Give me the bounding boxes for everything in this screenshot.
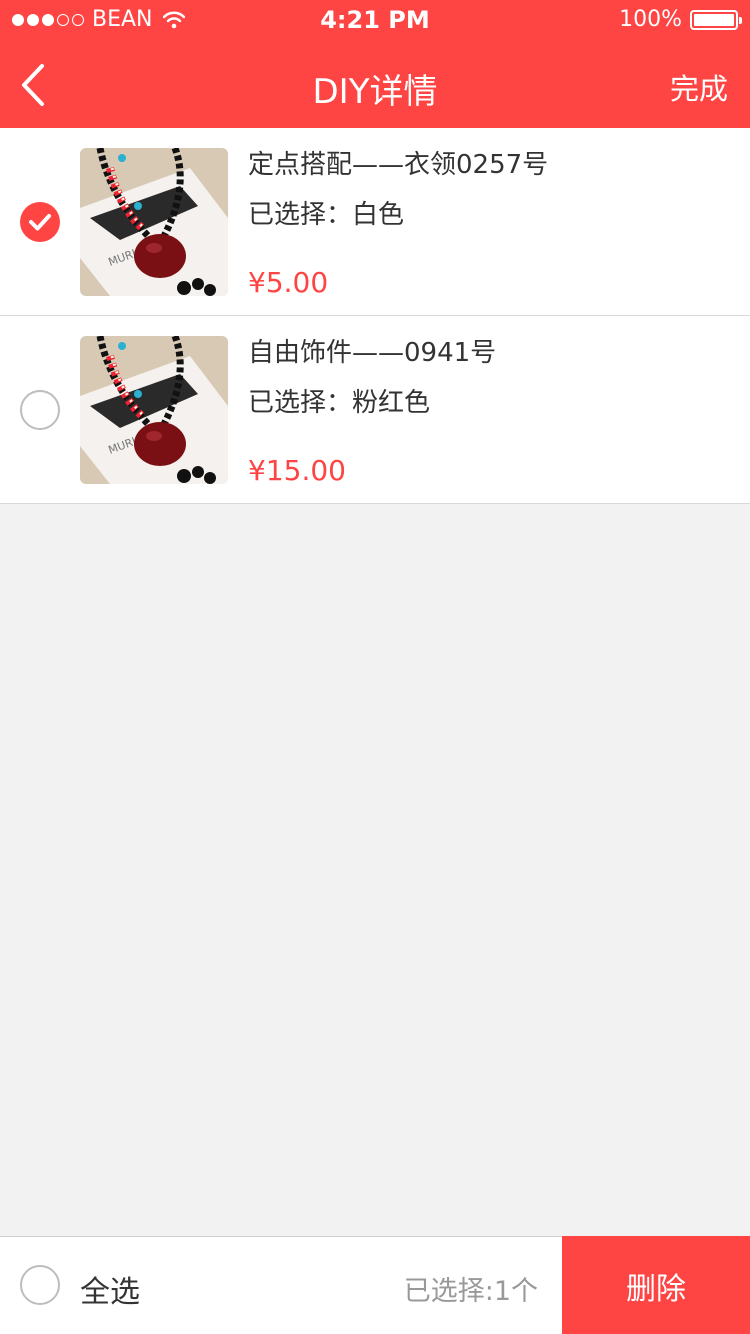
item-price: ¥15.00 [248,454,346,487]
battery-status: 100% [619,7,742,32]
checkmark-icon [29,214,51,231]
app-header: BEAN 4:21 PM 100% DIY详情 完成 [0,0,750,128]
list-item[interactable]: MURI 定点搭配——衣领0257号 已选择：白色 ¥5.00 [0,128,750,316]
list-item[interactable]: MURI 自由饰件——0941号 已选择：粉红色 ¥15.00 [0,316,750,504]
done-button[interactable]: 完成 [670,66,728,108]
page-title: DIY详情 [312,72,438,112]
battery-icon [690,9,742,30]
item-thumbnail[interactable]: MURI [80,148,228,296]
battery-percent: 100% [619,7,682,32]
select-all-checkbox[interactable] [20,1265,60,1305]
diy-item-list: MURI 定点搭配——衣领0257号 已选择：白色 ¥5.00 MURI 自由饰… [0,128,750,504]
item-price: ¥5.00 [248,266,329,299]
status-bar: BEAN 4:21 PM 100% [0,0,750,40]
item-option: 已选择：粉红色 [248,388,431,418]
necklace-image: MURI [80,336,228,484]
necklace-image: MURI [80,148,228,296]
selected-count: 已选择:1个 [403,1276,538,1307]
item-title: 定点搭配——衣领0257号 [248,150,549,180]
item-thumbnail[interactable]: MURI [80,336,228,484]
bottom-action-bar: 全选 已选择:1个 删除 [0,1236,750,1334]
delete-button[interactable]: 删除 [562,1236,750,1334]
item-checkbox[interactable] [20,202,60,242]
select-all-label[interactable]: 全选 [80,1267,140,1311]
item-title: 自由饰件——0941号 [248,338,497,368]
item-checkbox[interactable] [20,390,60,430]
item-option: 已选择：白色 [248,200,405,230]
